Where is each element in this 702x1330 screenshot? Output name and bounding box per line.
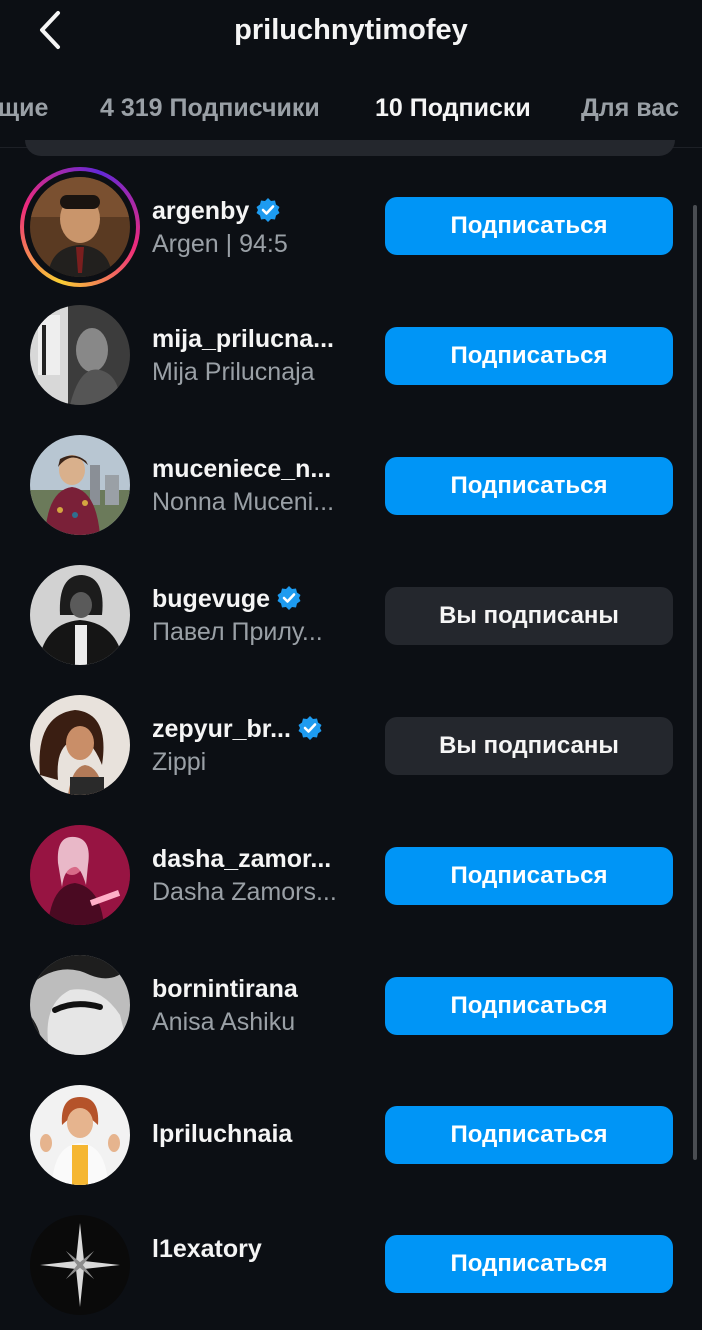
- page-title: priluchnytimofey: [234, 14, 468, 46]
- tab-for-you[interactable]: Для вас: [581, 94, 679, 123]
- avatar[interactable]: [30, 955, 130, 1055]
- verified-badge-icon: [277, 586, 301, 610]
- tab-followers[interactable]: 4 319 Подписчики: [100, 94, 320, 123]
- avatar[interactable]: [30, 1215, 130, 1315]
- username[interactable]: bugevuge: [152, 585, 302, 614]
- full-name: Anisa Ashiku: [152, 1008, 296, 1036]
- verified-badge-icon: [256, 198, 280, 222]
- list-item: dasha_zamor... Dasha Zamors... Подписать…: [0, 810, 702, 940]
- avatar[interactable]: [30, 695, 130, 795]
- top-bar: priluchnytimofey: [0, 0, 702, 64]
- list-item: zepyur_br... Zippi Вы подписаны: [0, 680, 702, 810]
- list-item: argenby Argen | 94:5 Подписаться: [0, 160, 702, 290]
- username[interactable]: zepyur_br...: [152, 715, 323, 744]
- full-name: Павел Прилу...: [152, 618, 323, 646]
- follow-button[interactable]: Подписаться: [385, 977, 673, 1035]
- tab-bar: щие 4 319 Подписчики 10 Подписки Для вас: [0, 78, 702, 148]
- avatar[interactable]: [30, 1085, 130, 1185]
- list-item: l1exatory Подписаться: [0, 1200, 702, 1330]
- username[interactable]: argenby: [152, 197, 281, 226]
- tab-following[interactable]: 10 Подписки: [375, 94, 531, 123]
- username[interactable]: l1exatory: [152, 1235, 262, 1264]
- username[interactable]: muceniece_n...: [152, 455, 331, 484]
- following-button[interactable]: Вы подписаны: [385, 717, 673, 775]
- search-field-edge[interactable]: [25, 140, 675, 156]
- list-item: muceniece_n... Nonna Muceni... Подписать…: [0, 420, 702, 550]
- follow-button[interactable]: Подписаться: [385, 457, 673, 515]
- avatar[interactable]: [30, 177, 130, 277]
- full-name: Nonna Muceni...: [152, 488, 335, 516]
- follow-button[interactable]: Подписаться: [385, 197, 673, 255]
- list-item: bornintirana Anisa Ashiku Подписаться: [0, 940, 702, 1070]
- follow-button[interactable]: Подписаться: [385, 327, 673, 385]
- avatar[interactable]: [30, 435, 130, 535]
- avatar[interactable]: [30, 565, 130, 665]
- tab-mutual[interactable]: щие: [0, 94, 48, 123]
- avatar[interactable]: [30, 825, 130, 925]
- follow-button[interactable]: Подписаться: [385, 847, 673, 905]
- list-item: bugevuge Павел Прилу... Вы подписаны: [0, 550, 702, 680]
- scrollbar[interactable]: [693, 205, 697, 1160]
- full-name: Argen | 94:5: [152, 230, 288, 258]
- username[interactable]: mija_prilucna...: [152, 325, 334, 354]
- username[interactable]: dasha_zamor...: [152, 845, 331, 874]
- follow-button[interactable]: Подписаться: [385, 1106, 673, 1164]
- username[interactable]: bornintirana: [152, 975, 298, 1004]
- verified-badge-icon: [298, 716, 322, 740]
- list-item: lpriluchnaia Подписаться: [0, 1070, 702, 1200]
- full-name: Mija Prilucnaja: [152, 358, 315, 386]
- full-name: Dasha Zamors...: [152, 878, 337, 906]
- username[interactable]: lpriluchnaia: [152, 1120, 292, 1149]
- list-item: mija_prilucna... Mija Prilucnaja Подписа…: [0, 290, 702, 420]
- full-name: Zippi: [152, 748, 207, 776]
- following-button[interactable]: Вы подписаны: [385, 587, 673, 645]
- follow-button[interactable]: Подписаться: [385, 1235, 673, 1293]
- avatar[interactable]: [30, 305, 130, 405]
